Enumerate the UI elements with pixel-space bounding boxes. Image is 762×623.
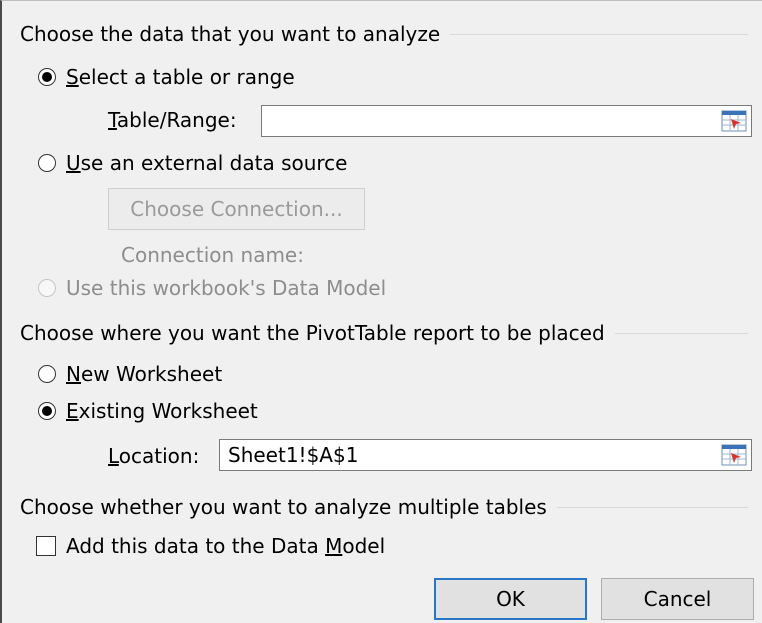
section-divider: [450, 33, 748, 35]
existing-worksheet-label: Existing Worksheet: [66, 399, 258, 423]
cancel-button[interactable]: Cancel: [601, 578, 754, 620]
select-table-label: Select a table or range: [66, 65, 295, 89]
select-table-radio[interactable]: [38, 68, 56, 86]
analyze-data-section-header: Choose the data that you want to analyze: [20, 22, 748, 46]
placement-section-header: Choose where you want the PivotTable rep…: [20, 321, 748, 345]
location-value: Sheet1!$A$1: [228, 443, 359, 467]
data-model-radio-option[interactable]: Use this workbook's Data Model: [38, 276, 386, 300]
data-model-checkbox-option[interactable]: Add this data to the Data Model: [36, 534, 385, 558]
external-source-radio[interactable]: [38, 154, 56, 172]
table-range-input[interactable]: [261, 105, 752, 137]
placement-section-label: Choose where you want the PivotTable rep…: [20, 321, 605, 345]
select-table-radio-option[interactable]: Select a table or range: [38, 65, 295, 89]
data-model-checkbox-label: Add this data to the Data Model: [66, 534, 386, 558]
new-worksheet-radio-option[interactable]: New Worksheet: [38, 362, 222, 386]
new-worksheet-radio[interactable]: [38, 365, 56, 383]
multiple-tables-section-header: Choose whether you want to analyze multi…: [20, 495, 748, 519]
external-source-label: Use an external data source: [66, 151, 348, 175]
data-model-checkbox[interactable]: [36, 536, 56, 556]
location-label: Location:: [108, 444, 200, 468]
choose-connection-button[interactable]: Choose Connection...: [108, 188, 365, 230]
new-worksheet-label: New Worksheet: [66, 362, 223, 386]
data-model-label: Use this workbook's Data Model: [66, 276, 387, 300]
external-source-radio-option[interactable]: Use an external data source: [38, 151, 348, 175]
ok-button[interactable]: OK: [434, 578, 587, 620]
connection-name-label: Connection name:: [121, 243, 304, 267]
collapse-dialog-icon[interactable]: [721, 110, 747, 132]
section-divider: [614, 332, 748, 334]
data-model-radio[interactable]: [38, 279, 56, 297]
section-divider: [556, 506, 748, 508]
existing-worksheet-radio[interactable]: [38, 402, 56, 420]
existing-worksheet-radio-option[interactable]: Existing Worksheet: [38, 399, 258, 423]
radio-selected-dot: [42, 406, 52, 416]
collapse-dialog-icon[interactable]: [721, 444, 747, 466]
location-input[interactable]: Sheet1!$A$1: [219, 439, 752, 471]
table-range-label: Table/Range:: [108, 108, 237, 132]
analyze-data-section-label: Choose the data that you want to analyze: [20, 22, 441, 46]
multiple-tables-section-label: Choose whether you want to analyze multi…: [20, 495, 547, 519]
create-pivottable-dialog: Choose the data that you want to analyze…: [0, 0, 762, 623]
radio-selected-dot: [42, 72, 52, 82]
